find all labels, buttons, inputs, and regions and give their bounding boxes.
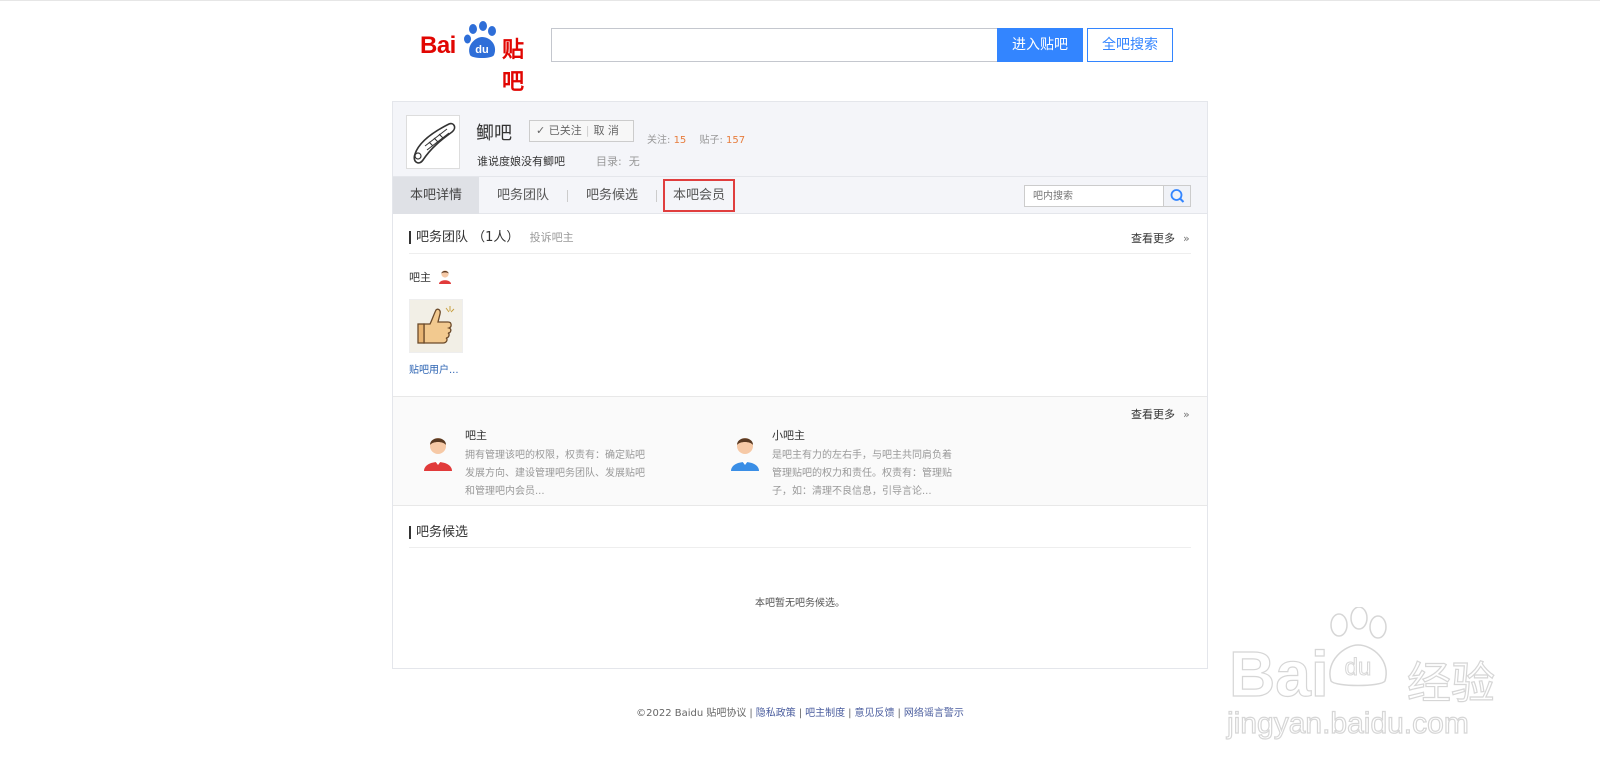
unfollow-link[interactable]: 取 消 bbox=[593, 124, 619, 137]
roles-see-more-link[interactable]: 查看更多 » bbox=[1131, 406, 1190, 422]
catalog-label: 目录: bbox=[596, 155, 622, 168]
candidates-title: 吧务候选 bbox=[416, 525, 469, 540]
follow-status-button[interactable]: ✓ 已关注 | 取 消 bbox=[529, 120, 634, 142]
follow-count-label: 关注: bbox=[647, 135, 671, 146]
section-divider bbox=[409, 547, 1191, 548]
member-avatar[interactable] bbox=[409, 299, 463, 353]
see-more-label: 查看更多 bbox=[1131, 408, 1175, 421]
post-count-label: 贴子: bbox=[699, 135, 723, 146]
footer-link-privacy[interactable]: 隐私政策 bbox=[756, 708, 796, 719]
follow-count: 15 bbox=[673, 135, 687, 146]
forum-avatar[interactable] bbox=[406, 115, 460, 169]
tab-forum-members[interactable]: 本吧会员 bbox=[663, 179, 735, 212]
double-chevron-right-icon: » bbox=[1183, 232, 1190, 245]
role-title: 吧主 bbox=[465, 429, 487, 442]
forum-avatar-image bbox=[413, 122, 456, 164]
tab-admin-candidates[interactable]: 吧务候选 bbox=[568, 177, 656, 214]
baidu-tieba-logo[interactable]: Bai du 贴吧 bbox=[420, 21, 538, 95]
post-count: 157 bbox=[726, 135, 746, 146]
footer-link-feedback[interactable]: 意见反馈 bbox=[855, 708, 895, 719]
double-chevron-right-icon: » bbox=[1183, 408, 1190, 421]
forum-card: 鲫吧 ✓ 已关注 | 取 消 关注: 15 贴子: 157 谁说度娘没有鲫吧 目录:… bbox=[392, 101, 1208, 669]
baidu-jingyan-watermark: du Bai 经验 jingyan.baidu.com bbox=[1225, 607, 1525, 747]
role-description: 拥有管理该吧的权限，权责有：确定贴吧发展方向、建设管理吧务团队、发展贴吧和管理吧… bbox=[465, 450, 645, 497]
watermark-url-text: jingyan.baidu.com bbox=[1226, 706, 1469, 740]
in-forum-search-button[interactable] bbox=[1164, 185, 1191, 207]
team-count: （1人） bbox=[472, 230, 520, 245]
tab-forum-details[interactable]: 本吧详情 bbox=[393, 177, 479, 214]
role-title: 小吧主 bbox=[772, 429, 805, 442]
footer-link-owner-rules[interactable]: 吧主制度 bbox=[805, 708, 845, 719]
owner-role-icon bbox=[438, 270, 451, 284]
assistant-avatar-icon bbox=[731, 438, 759, 471]
nav-separator bbox=[656, 190, 657, 202]
team-title: 吧务团队 bbox=[416, 230, 469, 245]
page-footer: ©2022 Baidu 贴吧协议 | 隐私政策 | 吧主制度 | 意见反馈 | 网络谣言警示 bbox=[636, 708, 964, 719]
owner-role-label: 吧主 bbox=[409, 269, 452, 285]
svg-text:du: du bbox=[475, 44, 488, 56]
thumbs-up-avatar-image bbox=[417, 306, 455, 344]
forum-header: 鲫吧 ✓ 已关注 | 取 消 关注: 15 贴子: 157 谁说度娘没有鲫吧 目录:… bbox=[393, 102, 1207, 177]
footer-link-agreement[interactable]: 贴吧协议 bbox=[706, 708, 746, 719]
search-icon bbox=[1170, 189, 1185, 203]
role-description: 是吧主有力的左右手，与吧主共同肩负着管理贴吧的权力和责任。权责有：管理贴子，如：… bbox=[772, 450, 952, 497]
see-more-label: 查看更多 bbox=[1131, 232, 1175, 245]
watermark-jingyan-text: 经验 bbox=[1406, 657, 1495, 709]
forum-nav: 本吧详情 吧务团队 吧务候选 本吧会员 bbox=[393, 177, 1207, 214]
svg-text:du: du bbox=[1345, 654, 1372, 681]
member-name-link[interactable]: 贴吧用户... bbox=[409, 361, 459, 376]
tieba-search-input[interactable] bbox=[551, 28, 998, 62]
complain-owner-link[interactable]: 投诉吧主 bbox=[530, 231, 574, 244]
logo-tieba-text: 贴吧 bbox=[502, 38, 525, 95]
followed-label: ✓ 已关注 bbox=[536, 124, 582, 137]
all-tieba-search-button[interactable]: 全吧搜索 bbox=[1087, 28, 1173, 62]
baidu-paw-icon: du bbox=[464, 21, 496, 58]
tab-admin-team[interactable]: 吧务团队 bbox=[479, 177, 567, 214]
enter-tieba-button[interactable]: 进入贴吧 bbox=[997, 28, 1083, 62]
copyright-text: ©2022 Baidu bbox=[636, 708, 704, 719]
watermark-bai-text: Bai bbox=[1228, 637, 1329, 710]
catalog-value: 无 bbox=[628, 155, 640, 168]
no-candidates-message: 本吧暂无吧务候选。 bbox=[755, 598, 845, 609]
watermark-paw-icon: du bbox=[1329, 607, 1387, 687]
section-divider bbox=[409, 253, 1191, 254]
team-section-title: 吧务团队 （1人） 投诉吧主 bbox=[409, 231, 574, 244]
forum-slogan: 谁说度娘没有鲫吧 bbox=[477, 155, 565, 168]
candidates-section-title: 吧务候选 bbox=[409, 526, 468, 539]
forum-catalog: 目录: 无 bbox=[596, 153, 640, 169]
forum-stats: 关注: 15 贴子: 157 bbox=[647, 131, 755, 146]
forum-name[interactable]: 鲫吧 bbox=[476, 119, 512, 145]
team-see-more-link[interactable]: 查看更多 » bbox=[1131, 230, 1190, 246]
footer-link-rumor-warning[interactable]: 网络谣言警示 bbox=[904, 708, 964, 719]
logo-bai-text: Bai bbox=[420, 32, 456, 59]
owner-avatar-icon bbox=[424, 438, 452, 471]
roles-explanation-box: 查看更多 » 吧主 拥有管理该吧的权限，权责有：确定贴吧发展方向、建设管理吧务团队… bbox=[393, 396, 1207, 506]
in-forum-search-input[interactable] bbox=[1024, 185, 1164, 207]
owner-label-text: 吧主 bbox=[409, 271, 431, 284]
